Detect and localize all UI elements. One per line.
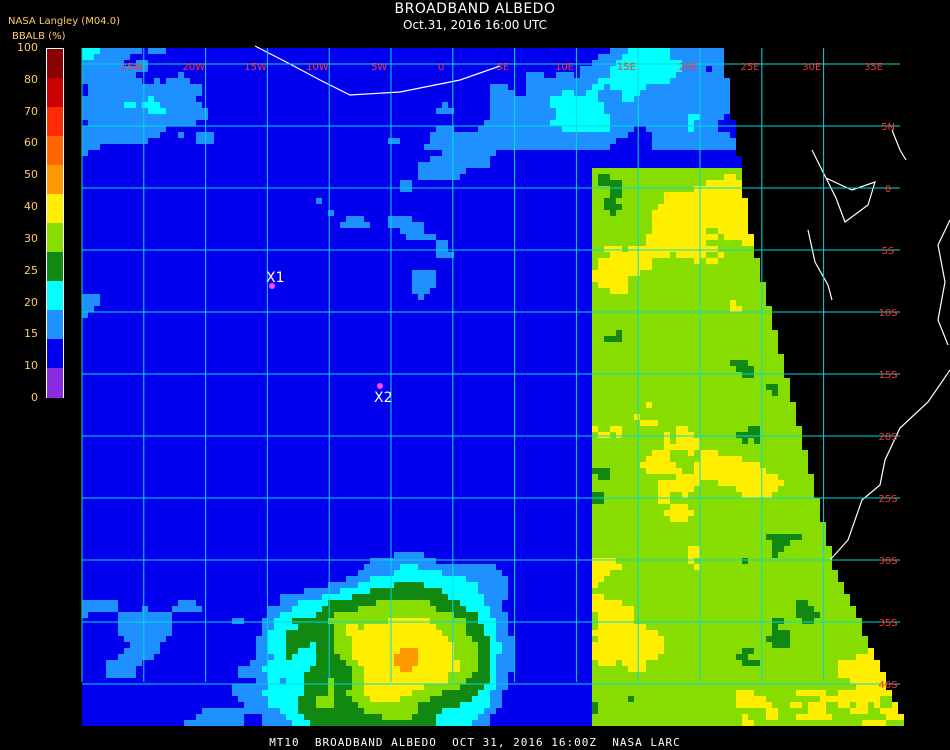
lon-label: 35E xyxy=(864,62,883,73)
lon-label: 25E xyxy=(740,62,759,73)
site-marker-dot xyxy=(377,383,383,389)
site-marker-label: X2 xyxy=(374,390,393,406)
lon-label: 15W xyxy=(244,62,267,73)
lon-label: 20E xyxy=(679,62,698,73)
lon-label: 15E xyxy=(617,62,636,73)
site-marker-label: X1 xyxy=(266,270,285,286)
lon-label: 5E xyxy=(496,62,509,73)
lat-label: 35S xyxy=(878,618,897,629)
lat-label: 0 xyxy=(885,184,891,195)
lon-label: 20W xyxy=(182,62,205,73)
lat-label: 5N xyxy=(881,122,895,133)
albedo-map: 25W 20W 15W 10W 5W 0 5E 10E 15E 20E 25E 30E 35E 5N 0 5S… xyxy=(81,45,950,726)
footer-caption: MT10 BROADBAND ALBEDO OCT 31, 2016 16:00… xyxy=(269,736,681,749)
lon-label: 0 xyxy=(438,62,444,73)
lat-label: 5S xyxy=(882,246,895,257)
lat-label: 20S xyxy=(878,432,897,443)
lon-label: 25W xyxy=(121,62,144,73)
lat-label: 10S xyxy=(878,308,897,319)
lon-label: 5W xyxy=(371,62,387,73)
lat-label: 15S xyxy=(878,370,897,381)
lon-label: 10W xyxy=(306,62,329,73)
lat-label: 25S xyxy=(878,494,897,505)
lon-label: 30E xyxy=(802,62,821,73)
lon-label: 10E xyxy=(555,62,574,73)
lat-label: 30S xyxy=(878,556,897,567)
lat-label: 40S xyxy=(878,680,897,691)
